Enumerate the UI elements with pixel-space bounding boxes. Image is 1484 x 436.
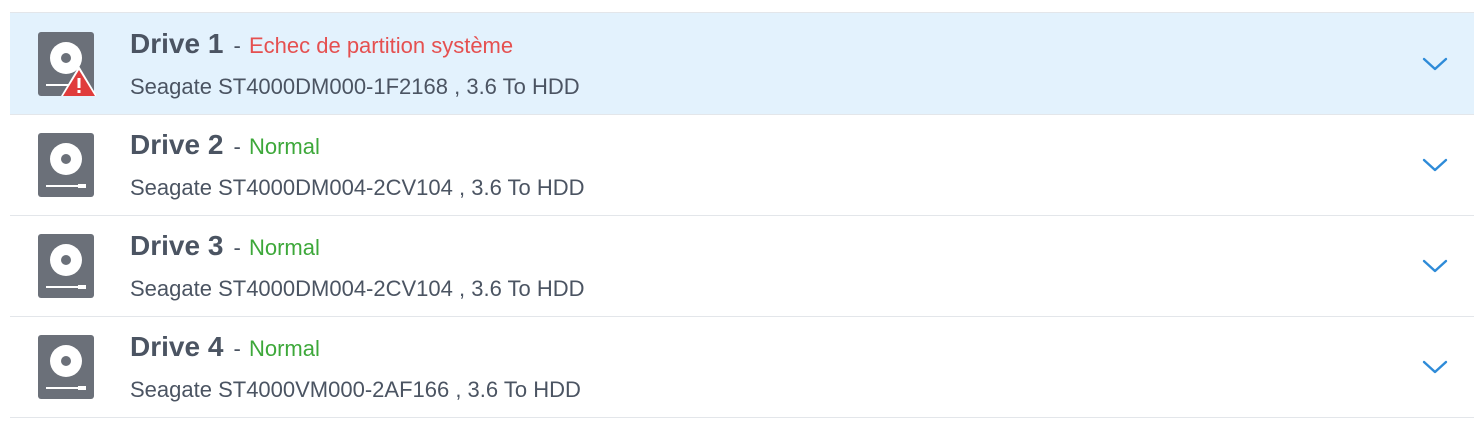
drive-status: Echec de partition système — [248, 33, 514, 58]
hdd-icon — [38, 234, 94, 298]
chevron-down-icon[interactable] — [1422, 155, 1448, 175]
drive-row-2[interactable]: Drive 2 - Normal Seagate ST4000DM004-2CV… — [10, 115, 1474, 216]
drive-name: Drive 4 — [130, 331, 224, 362]
hdd-icon — [38, 335, 94, 399]
title-separator: - — [233, 336, 241, 361]
drive-title: Drive 1 - Echec de partition système — [130, 28, 513, 60]
drive-model: Seagate ST4000DM000-1F2168 , 3.6 To HDD — [130, 74, 580, 99]
drive-status: Normal — [248, 134, 320, 159]
title-separator: - — [233, 33, 241, 58]
drive-title: Drive 4 - Normal — [130, 331, 320, 363]
drive-name: Drive 3 — [130, 230, 224, 261]
drive-title: Drive 2 - Normal — [130, 129, 320, 161]
drive-status: Normal — [248, 235, 320, 260]
hdd-icon — [38, 133, 94, 197]
drive-row-3[interactable]: Drive 3 - Normal Seagate ST4000DM004-2CV… — [10, 216, 1474, 317]
drive-name: Drive 2 — [130, 129, 224, 160]
drive-model: Seagate ST4000VM000-2AF166 , 3.6 To HDD — [130, 377, 581, 402]
title-separator: - — [233, 235, 241, 260]
chevron-down-icon[interactable] — [1422, 256, 1448, 276]
drive-name: Drive 1 — [130, 28, 224, 59]
title-separator: - — [233, 134, 241, 159]
drive-row-1[interactable]: Drive 1 - Echec de partition système Sea… — [10, 12, 1474, 115]
drive-list: Drive 1 - Echec de partition système Sea… — [10, 12, 1474, 418]
hdd-warning-icon — [38, 32, 96, 96]
drive-model: Seagate ST4000DM004-2CV104 , 3.6 To HDD — [130, 175, 585, 200]
chevron-down-icon[interactable] — [1422, 54, 1448, 74]
drive-title: Drive 3 - Normal — [130, 230, 320, 262]
drive-model: Seagate ST4000DM004-2CV104 , 3.6 To HDD — [130, 276, 585, 301]
drive-status: Normal — [248, 336, 320, 361]
drive-row-4[interactable]: Drive 4 - Normal Seagate ST4000VM000-2AF… — [10, 317, 1474, 418]
chevron-down-icon[interactable] — [1422, 357, 1448, 377]
